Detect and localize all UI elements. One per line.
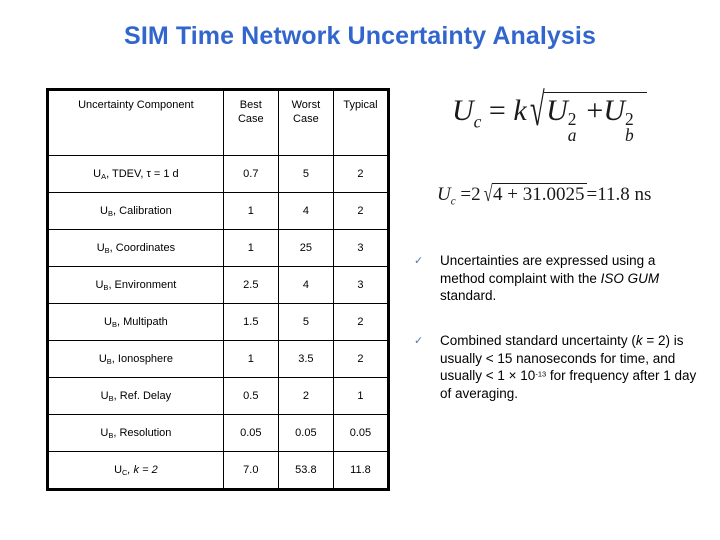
cell-worst-case: 2: [277, 377, 334, 415]
component-label: , Ref. Delay: [113, 390, 172, 402]
column-header-typical: Typical: [332, 89, 390, 156]
cell-worst-case: 0.05: [277, 414, 334, 452]
cell-best-case: 1: [222, 340, 279, 378]
example-equals-sign-1: =: [460, 184, 472, 205]
symbol-u: U: [104, 316, 112, 328]
cell-typical: 1: [332, 377, 390, 415]
formula-combined-uncertainty: Uc = k√U 2 a +U 2 b: [452, 85, 647, 145]
example-lhs-subscript: c: [450, 195, 456, 208]
formula-equals-sign: =: [488, 94, 506, 127]
cell-best-case: 1.5: [222, 303, 279, 341]
cell-best-case: 0.05: [222, 414, 279, 452]
component-label: , Coordinates: [109, 242, 176, 254]
cell-worst-case: 3.5: [277, 340, 334, 378]
column-header-component: Uncertainty Component: [47, 89, 224, 156]
bullet-text: Combined standard uncertainty (k = 2) is…: [440, 332, 702, 402]
example-result-value: 11.8: [597, 184, 630, 205]
table-row-total: UC, k = 2 7.0 53.8 11.8: [47, 451, 390, 490]
cell-best-case: 7.0: [222, 451, 279, 490]
square-root-icon: √U 2 a +U 2 b: [527, 85, 647, 145]
component-label: , Environment: [108, 279, 177, 291]
column-header-best-case: Best Case: [222, 89, 279, 156]
cell-component: UB, Coordinates: [47, 229, 224, 267]
bullet-text-emphasis: k: [635, 333, 643, 348]
cell-typical: 2: [332, 155, 390, 193]
symbol-u: U: [98, 353, 107, 365]
table-row: UB, Calibration 1 4 2: [47, 192, 390, 230]
example-radicand: 4 + 31.0025: [493, 184, 585, 205]
table-row: UB, Environment 2.5 4 3: [47, 266, 390, 304]
table-header-row: Uncertainty Component Best Case Worst Ca…: [47, 89, 390, 156]
table-row: UB, Ref. Delay 0.5 2 1: [47, 377, 390, 415]
checkmark-icon: ✓: [414, 334, 424, 347]
cell-best-case: 0.5: [222, 377, 279, 415]
cell-worst-case: 5: [277, 303, 334, 341]
symbol-u: U: [93, 168, 102, 180]
formula-lhs-subscript: c: [473, 111, 482, 132]
component-label: , Ionosphere: [111, 353, 173, 365]
cell-worst-case: 4: [277, 192, 334, 230]
formula-coefficient-k: k: [513, 94, 527, 127]
bullet-item-combined-uncertainty: ✓ Combined standard uncertainty (k = 2) …: [412, 332, 702, 402]
checkmark-icon: ✓: [414, 254, 424, 267]
cell-component: UB, Calibration: [47, 192, 224, 230]
cell-best-case: 2.5: [222, 266, 279, 304]
table-body: UA, TDEV, τ = 1 d 0.7 5 2 UB, Calibratio…: [47, 155, 390, 490]
cell-best-case: 0.7: [222, 155, 279, 193]
cell-typical: 2: [332, 340, 390, 378]
component-label: , Resolution: [113, 427, 172, 439]
formula-term-a-variable: U: [546, 94, 568, 127]
bullet-text-pre: Combined standard uncertainty (: [440, 333, 636, 348]
table-row: UA, TDEV, τ = 1 d 0.7 5 2: [47, 155, 390, 193]
cell-typical: 3: [332, 266, 390, 304]
component-label: , k = 2: [127, 464, 158, 476]
symbol-u: U: [100, 205, 108, 217]
formula-plus-sign: +: [586, 94, 604, 127]
bullet-text-post: standard.: [440, 288, 497, 303]
symbol-u: U: [100, 390, 109, 402]
cell-typical: 3: [332, 229, 390, 267]
bullet-text-exponent: -13: [535, 369, 547, 379]
bullet-item-iso-gum: ✓ Uncertainties are expressed using a me…: [412, 252, 702, 305]
formula-lhs-variable: U: [452, 94, 474, 127]
cell-component: UB, Multipath: [47, 303, 224, 341]
component-label: , Multipath: [117, 316, 168, 328]
cell-component: UC, k = 2: [47, 451, 224, 490]
page-title: SIM Time Network Uncertainty Analysis: [124, 22, 596, 50]
symbol-u: U: [96, 242, 105, 254]
table-row: UB, Multipath 1.5 5 2: [47, 303, 390, 341]
table-row: UB, Coordinates 1 25 3: [47, 229, 390, 267]
cell-typical: 0.05: [332, 414, 390, 452]
cell-component: UB, Resolution: [47, 414, 224, 452]
bullet-text-emphasis: ISO GUM: [600, 270, 660, 286]
example-lhs-variable: U: [437, 184, 451, 205]
cell-worst-case: 53.8: [277, 451, 334, 490]
formula-term-b-variable: U: [603, 94, 625, 127]
cell-component: UB, Ref. Delay: [47, 377, 224, 415]
table-row: UB, Ionosphere 1 3.5 2: [47, 340, 390, 378]
example-equals-sign-2: =: [586, 184, 598, 205]
cell-worst-case: 5: [277, 155, 334, 193]
uncertainty-table: Uncertainty Component Best Case Worst Ca…: [46, 88, 390, 491]
cell-best-case: 1: [222, 229, 279, 267]
column-header-worst-case: Worst Case: [277, 89, 334, 156]
cell-typical: 2: [332, 192, 390, 230]
square-root-icon: √4 + 31.0025: [483, 181, 587, 207]
example-result-unit: ns: [634, 184, 652, 205]
cell-best-case: 1: [222, 192, 279, 230]
component-label: , TDEV, τ = 1 d: [106, 168, 179, 180]
cell-typical: 2: [332, 303, 390, 341]
formula-worked-example: Uc =2 √4 + 31.0025 =11.8 ns: [437, 181, 652, 208]
symbol-u: U: [114, 464, 123, 476]
cell-worst-case: 4: [277, 266, 334, 304]
example-coefficient: 2: [471, 184, 481, 205]
component-label: , Calibration: [113, 205, 172, 217]
cell-worst-case: 25: [277, 229, 334, 267]
cell-component: UB, Ionosphere: [47, 340, 224, 378]
bullet-text: Uncertainties are expressed using a meth…: [440, 252, 702, 305]
cell-typical: 11.8: [332, 451, 390, 490]
cell-component: UB, Environment: [47, 266, 224, 304]
table-row: UB, Resolution 0.05 0.05 0.05: [47, 414, 390, 452]
cell-component: UA, TDEV, τ = 1 d: [47, 155, 224, 193]
